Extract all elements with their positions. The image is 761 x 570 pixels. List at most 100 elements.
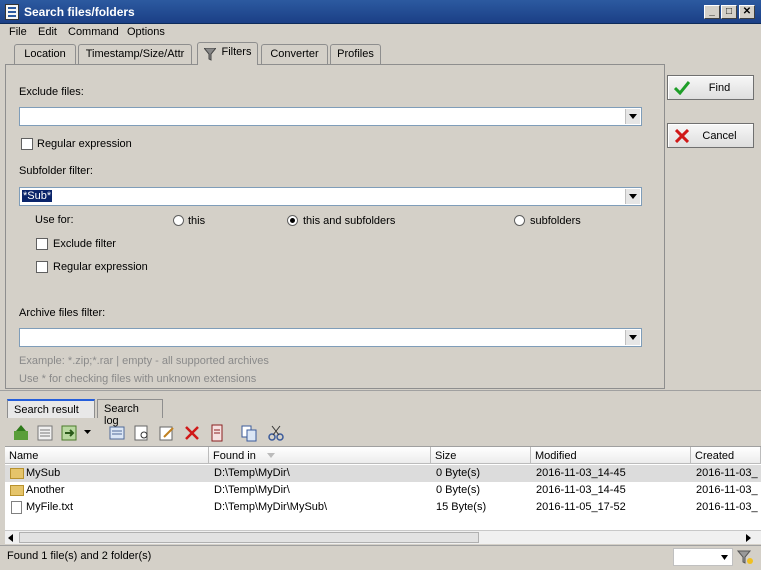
chevron-down-icon[interactable]: [625, 330, 640, 345]
cut-icon[interactable]: [267, 424, 285, 442]
exclude-files-combo[interactable]: [19, 107, 642, 126]
subfolder-filter-value: *Sub*: [22, 190, 53, 202]
subfolder-regex-checkbox[interactable]: [36, 261, 48, 273]
folder-icon: [10, 468, 24, 479]
column-header-modified[interactable]: Modified: [531, 447, 691, 464]
status-text: Found 1 file(s) and 2 folder(s): [7, 550, 152, 562]
menu-bar: File Edit Command Options: [0, 24, 761, 42]
chevron-down-icon: [721, 555, 728, 560]
scroll-left-icon[interactable]: [8, 534, 14, 542]
edit-icon[interactable]: [158, 424, 176, 442]
delete-icon[interactable]: [183, 424, 201, 442]
find-button[interactable]: Find: [667, 75, 754, 100]
tab-timestamp[interactable]: Timestamp/Size/Attr: [78, 44, 192, 64]
cell-created: 2016-11-03_: [696, 467, 758, 479]
go-up-icon[interactable]: [12, 424, 30, 442]
regex-checkbox[interactable]: [21, 138, 33, 150]
chevron-down-icon[interactable]: [625, 109, 640, 124]
archive-filter-combo[interactable]: [19, 328, 642, 347]
export-icon[interactable]: [60, 424, 78, 442]
archive-hint-unknown: Use * for checking files with unknown ex…: [19, 373, 257, 385]
tab-converter[interactable]: Converter: [261, 44, 328, 64]
menu-edit[interactable]: Edit: [38, 26, 57, 38]
properties-icon[interactable]: [108, 424, 126, 442]
subfolder-regex-label: Regular expression: [53, 261, 148, 273]
folder-icon: [10, 485, 24, 496]
status-bar: Found 1 file(s) and 2 folder(s): [0, 545, 761, 570]
cell-modified: 2016-11-03_14-45: [536, 484, 626, 496]
app-icon: [5, 4, 19, 20]
cell-modified: 2016-11-03_14-45: [536, 467, 626, 479]
cancel-button[interactable]: Cancel: [667, 123, 754, 148]
cell-name: Another: [26, 484, 65, 496]
scroll-thumb[interactable]: [19, 532, 479, 543]
cell-size: 15 Byte(s): [436, 501, 487, 513]
cell-found-in: D:\Temp\MyDir\: [214, 467, 290, 479]
tab-label: Timestamp/Size/Attr: [85, 48, 185, 60]
cell-name: MyFile.txt: [26, 501, 74, 513]
menu-options[interactable]: Options: [127, 26, 165, 38]
tab-search-result[interactable]: Search result: [7, 399, 95, 418]
funnel-icon: [204, 48, 216, 61]
cell-created: 2016-11-03_: [696, 501, 758, 513]
radio-this-and-subfolders-label: this and subfolders: [303, 215, 396, 227]
radio-subfolders-label: subfolders: [530, 215, 581, 227]
exclude-filter-checkbox[interactable]: [36, 238, 48, 250]
cell-found-in: D:\Temp\MyDir\MySub\: [214, 501, 328, 513]
splitter[interactable]: [0, 390, 761, 396]
column-header-found-in[interactable]: Found in: [209, 447, 431, 464]
text-file-icon: [11, 501, 22, 514]
status-combo[interactable]: [673, 548, 733, 566]
use-for-label: Use for:: [35, 214, 74, 226]
tab-profiles[interactable]: Profiles: [330, 44, 381, 64]
tab-location[interactable]: Location: [14, 44, 76, 64]
archive-filter-label: Archive files filter:: [19, 307, 106, 319]
tab-search-log[interactable]: Search log: [97, 399, 163, 427]
radio-this-label: this: [188, 215, 206, 227]
filters-panel: Exclude files: Regular expression Subfol…: [5, 64, 665, 389]
table-row[interactable]: MySub D:\Temp\MyDir\ 0 Byte(s) 2016-11-0…: [5, 465, 761, 482]
cell-created: 2016-11-03_: [696, 484, 758, 496]
exclude-files-label: Exclude files:: [19, 86, 84, 98]
chevron-down-icon[interactable]: [84, 429, 92, 437]
minimize-button[interactable]: _: [704, 5, 720, 19]
title-bar: Search files/folders _ □ ✕: [0, 0, 761, 24]
cell-name: MySub: [26, 467, 61, 479]
close-button[interactable]: ✕: [739, 5, 755, 19]
window-title: Search files/folders: [24, 5, 135, 19]
maximize-button[interactable]: □: [721, 5, 737, 19]
tree-view-icon[interactable]: [36, 424, 54, 442]
tab-label: Converter: [270, 48, 319, 60]
radio-subfolders[interactable]: [514, 215, 525, 226]
regex-label: Regular expression: [37, 138, 132, 150]
column-header-created[interactable]: Created: [691, 447, 761, 464]
result-grid[interactable]: Name Found in Size Modified Created MySu…: [5, 446, 761, 530]
find-label: Find: [708, 82, 731, 94]
column-header-name[interactable]: Name: [5, 447, 209, 464]
scroll-right-icon[interactable]: [746, 534, 752, 542]
cancel-label: Cancel: [702, 130, 737, 142]
radio-this-and-subfolders[interactable]: [287, 215, 298, 226]
sort-arrow-icon: [267, 453, 275, 458]
cell-modified: 2016-11-05_17-52: [536, 501, 626, 513]
archive-hint-example: Example: *.zip;*.rar | empty - all suppo…: [19, 355, 269, 367]
horizontal-scrollbar[interactable]: [5, 530, 761, 544]
table-row[interactable]: Another D:\Temp\MyDir\ 0 Byte(s) 2016-11…: [5, 482, 761, 499]
menu-command[interactable]: Command: [68, 26, 119, 38]
exclude-filter-label: Exclude filter: [53, 238, 116, 250]
tab-label: Profiles: [337, 48, 374, 60]
menu-file[interactable]: File: [9, 26, 27, 38]
column-header-label: Found in: [213, 450, 256, 462]
filter-star-icon[interactable]: [737, 549, 753, 565]
column-header-size[interactable]: Size: [431, 447, 531, 464]
table-row[interactable]: MyFile.txt D:\Temp\MyDir\MySub\ 15 Byte(…: [5, 499, 761, 516]
view-icon[interactable]: [133, 424, 151, 442]
cell-size: 0 Byte(s): [436, 467, 481, 479]
chevron-down-icon[interactable]: [625, 189, 640, 204]
subfolder-filter-combo[interactable]: *Sub*: [19, 187, 642, 206]
tab-filters[interactable]: Filters: [197, 42, 258, 65]
radio-this[interactable]: [173, 215, 184, 226]
rename-icon[interactable]: [208, 424, 226, 442]
subfolder-filter-label: Subfolder filter:: [19, 165, 93, 177]
copy-icon[interactable]: [240, 424, 258, 442]
